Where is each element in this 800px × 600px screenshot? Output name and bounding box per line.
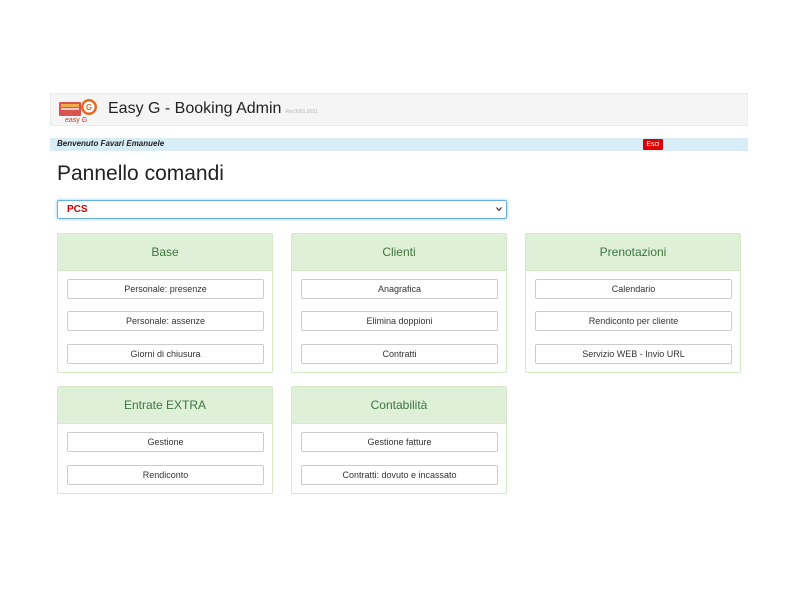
panel-entrate-extra: Entrate EXTRA Gestione Rendiconto bbox=[57, 386, 273, 494]
calendario-button[interactable]: Calendario bbox=[535, 279, 732, 299]
panel-contabilita-title: Contabilità bbox=[292, 387, 506, 424]
panel-contabilita: Contabilità Gestione fatture Contratti: … bbox=[291, 386, 507, 494]
easy-g-logo: G easy G bbox=[59, 99, 97, 124]
anagrafica-button[interactable]: Anagrafica bbox=[301, 279, 498, 299]
panel-base: Base Personale: presenze Personale: asse… bbox=[57, 233, 273, 373]
panel-clienti: Clienti Anagrafica Elimina doppioni Cont… bbox=[291, 233, 507, 373]
rendiconto-cliente-button[interactable]: Rendiconto per cliente bbox=[535, 311, 732, 331]
app-version: Rel 0001.0021 bbox=[285, 109, 318, 115]
panel-clienti-title: Clienti bbox=[292, 234, 506, 271]
panel-prenotazioni: Prenotazioni Calendario Rendiconto per c… bbox=[525, 233, 741, 373]
page-title: Pannello comandi bbox=[57, 162, 224, 185]
logout-button[interactable]: Esci bbox=[643, 139, 663, 150]
contratti-button[interactable]: Contratti bbox=[301, 344, 498, 364]
panel-base-title: Base bbox=[58, 234, 272, 271]
rendiconto-button[interactable]: Rendiconto bbox=[67, 465, 264, 485]
app-title-text: Easy G - Booking Admin bbox=[108, 100, 282, 117]
gestione-button[interactable]: Gestione bbox=[67, 432, 264, 452]
giorni-chiusura-button[interactable]: Giorni di chiusura bbox=[67, 344, 264, 364]
welcome-text: Benvenuto Favari Emanuele bbox=[57, 139, 165, 148]
site-select-value: PCS bbox=[67, 204, 88, 215]
elimina-doppioni-button[interactable]: Elimina doppioni bbox=[301, 311, 498, 331]
svg-text:easy G: easy G bbox=[65, 117, 87, 124]
personale-assenze-button[interactable]: Personale: assenze bbox=[67, 311, 264, 331]
app-header: G easy G Easy G - Booking Admin Rel 0001.… bbox=[50, 93, 748, 126]
contratti-dovuto-incassato-button[interactable]: Contratti: dovuto e incassato bbox=[301, 465, 498, 485]
servizio-web-button[interactable]: Servizio WEB - Invio URL bbox=[535, 344, 732, 364]
gestione-fatture-button[interactable]: Gestione fatture bbox=[301, 432, 498, 452]
panel-entrate-extra-title: Entrate EXTRA bbox=[58, 387, 272, 424]
panel-prenotazioni-title: Prenotazioni bbox=[526, 234, 740, 271]
site-select[interactable]: PCS bbox=[57, 200, 507, 219]
svg-text:G: G bbox=[86, 103, 92, 112]
app-title: Easy G - Booking Admin Rel 0001.0021 bbox=[108, 100, 318, 118]
chevron-down-icon bbox=[496, 207, 502, 212]
personale-presenze-button[interactable]: Personale: presenze bbox=[67, 279, 264, 299]
